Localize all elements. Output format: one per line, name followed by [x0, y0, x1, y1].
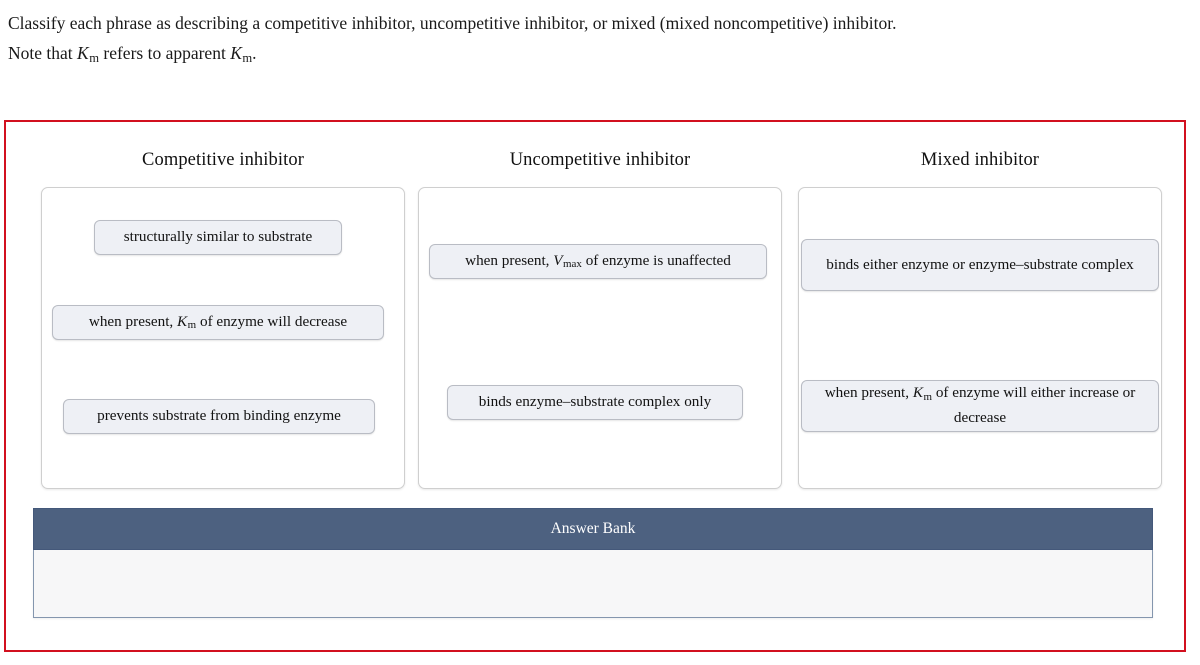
- answer-tile[interactable]: prevents substrate from binding enzyme: [63, 398, 375, 434]
- answer-tile[interactable]: structurally similar to substrate: [94, 219, 342, 255]
- question-prompt: Classify each phrase as describing a com…: [0, 0, 1200, 70]
- answer-bank: Answer Bank: [33, 508, 1153, 618]
- answer-tile-label: prevents substrate from binding enzyme: [97, 407, 341, 425]
- answer-bank-header: Answer Bank: [33, 508, 1153, 550]
- category-column-uncompetitive: Uncompetitive inhibitor when present, Vm…: [418, 122, 782, 489]
- km-subscript: m: [923, 390, 933, 403]
- answer-tile-label: when present, Vmax of enzyme is unaffect…: [439, 249, 757, 274]
- prompt-line-1: Classify each phrase as describing a com…: [8, 13, 897, 33]
- tile-text-pre: when present,: [88, 312, 178, 330]
- km-symbol: K: [912, 384, 923, 402]
- category-column-mixed: Mixed inhibitor binds either enzyme or e…: [798, 122, 1162, 489]
- prompt-line-2-mid: refers to apparent: [99, 43, 231, 64]
- km-subscript-1: m: [89, 51, 99, 66]
- answer-tile-label: when present, Km of enzyme will decrease: [62, 310, 374, 335]
- prompt-line-2: Note that Km refers to apparent Km.: [8, 38, 1188, 70]
- category-column-competitive: Competitive inhibitor structurally simil…: [41, 122, 405, 489]
- prompt-line-2-end: .: [252, 43, 257, 64]
- answer-tile[interactable]: when present, Km of enzyme will decrease: [52, 304, 384, 340]
- answer-tile-label: binds either enzyme or enzyme–substrate …: [826, 255, 1134, 273]
- km-subscript-2: m: [242, 51, 253, 66]
- tile-text-post: of enzyme will decrease: [196, 312, 348, 330]
- km-subscript: m: [187, 319, 197, 332]
- prompt-line-2-pre: Note that: [8, 43, 78, 64]
- dropzone-mixed[interactable]: binds either enzyme or enzyme–substrate …: [798, 186, 1162, 489]
- answer-tile[interactable]: when present, Km of enzyme will either i…: [801, 379, 1159, 432]
- answer-tile[interactable]: when present, Vmax of enzyme is unaffect…: [429, 243, 767, 279]
- dropzone-competitive[interactable]: structurally similar to substrate when p…: [41, 186, 405, 489]
- dropzone-uncompetitive[interactable]: when present, Vmax of enzyme is unaffect…: [418, 186, 782, 489]
- tile-text-post: of enzyme will either increase or decrea…: [932, 384, 1136, 427]
- category-title-uncompetitive: Uncompetitive inhibitor: [509, 150, 691, 170]
- category-columns: Competitive inhibitor structurally simil…: [6, 122, 1184, 492]
- answer-tile-label: binds enzyme–substrate complex only: [478, 393, 712, 411]
- answer-tile[interactable]: binds enzyme–substrate complex only: [447, 384, 743, 420]
- answer-bank-title: Answer Bank: [550, 520, 636, 537]
- answer-tile[interactable]: binds either enzyme or enzyme–substrate …: [801, 238, 1159, 291]
- answer-bank-body[interactable]: [33, 550, 1153, 618]
- km-symbol: K: [177, 312, 188, 330]
- tile-text-pre: when present,: [824, 384, 913, 402]
- tile-text-pre: when present,: [465, 251, 554, 269]
- km-symbol-2: K: [230, 43, 242, 64]
- km-symbol-1: K: [77, 43, 89, 64]
- tile-text-post: of enzyme is unaffected: [581, 251, 731, 269]
- category-title-mixed: Mixed inhibitor: [920, 150, 1040, 170]
- category-title-competitive: Competitive inhibitor: [142, 150, 304, 170]
- answer-tile-label: when present, Km of enzyme will either i…: [811, 381, 1149, 430]
- classification-activity-frame: Competitive inhibitor structurally simil…: [4, 120, 1186, 652]
- answer-tile-label: structurally similar to substrate: [123, 228, 313, 246]
- vmax-subscript: max: [563, 258, 582, 271]
- vmax-symbol: V: [553, 251, 563, 269]
